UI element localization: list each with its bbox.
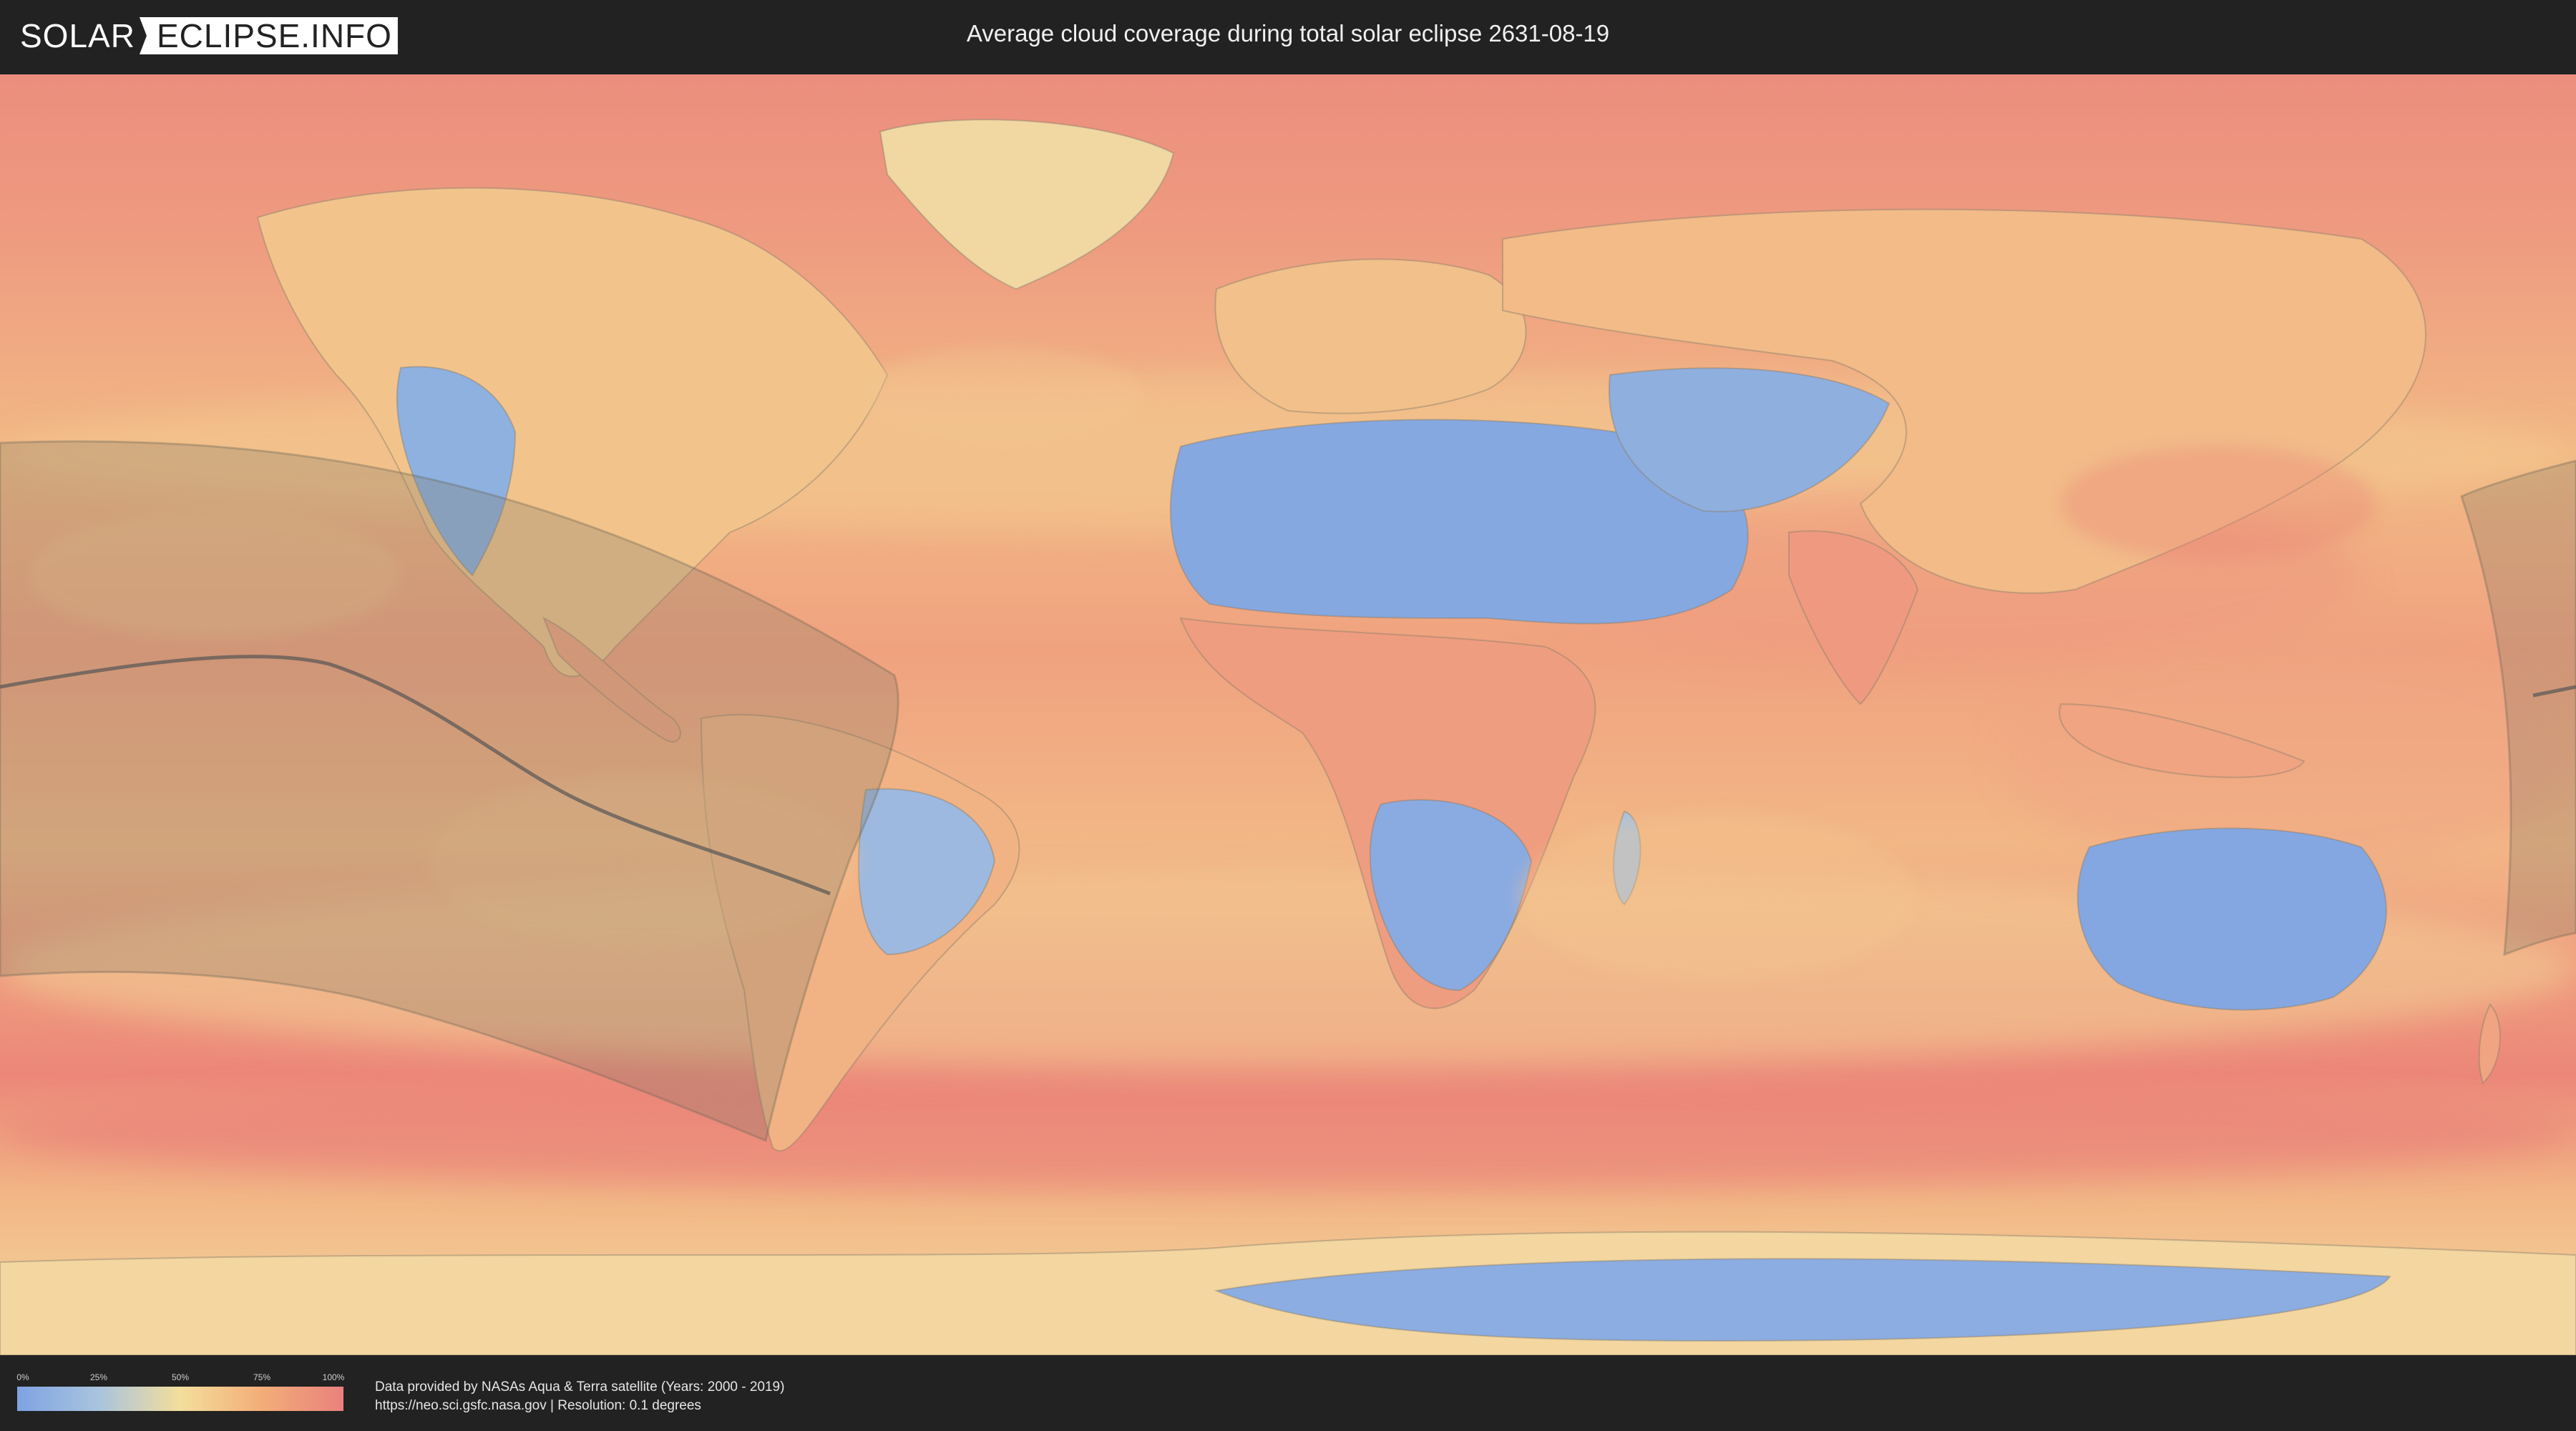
cloud-coverage-legend: 0% 25% 50% 75% 100% (16, 1372, 345, 1415)
credit-line-source: Data provided by NASAs Aqua & Terra sate… (375, 1379, 785, 1395)
page: SOLAR ECLIPSE.INFO Average cloud coverag… (0, 0, 2576, 1431)
legend-tick-0: 0% (16, 1372, 29, 1382)
page-title: Average cloud coverage during total sola… (966, 20, 1610, 47)
footer-bar: 0% 25% 50% 75% 100% Data provided by NAS… (0, 1357, 2576, 1431)
legend-tick-25: 25% (89, 1372, 108, 1382)
legend-tick-50: 50% (171, 1372, 190, 1382)
legend-color-bar (17, 1387, 343, 1411)
legend-tick-75: 75% (253, 1372, 271, 1382)
legend-ticks: 0% 25% 50% 75% 100% (16, 1372, 345, 1384)
header-bar: SOLAR ECLIPSE.INFO Average cloud coverag… (0, 0, 2576, 72)
data-credits: Data provided by NASAs Aqua & Terra sate… (375, 1378, 784, 1415)
map-svg (0, 74, 2576, 1355)
cloud-coverage-map (0, 74, 2576, 1355)
legend-tick-100: 100% (322, 1372, 345, 1382)
credit-line-url[interactable]: https://neo.sci.gsfc.nasa.gov | Resoluti… (375, 1397, 784, 1415)
land-australia (2077, 827, 2387, 1011)
land-europe (1214, 258, 1527, 414)
